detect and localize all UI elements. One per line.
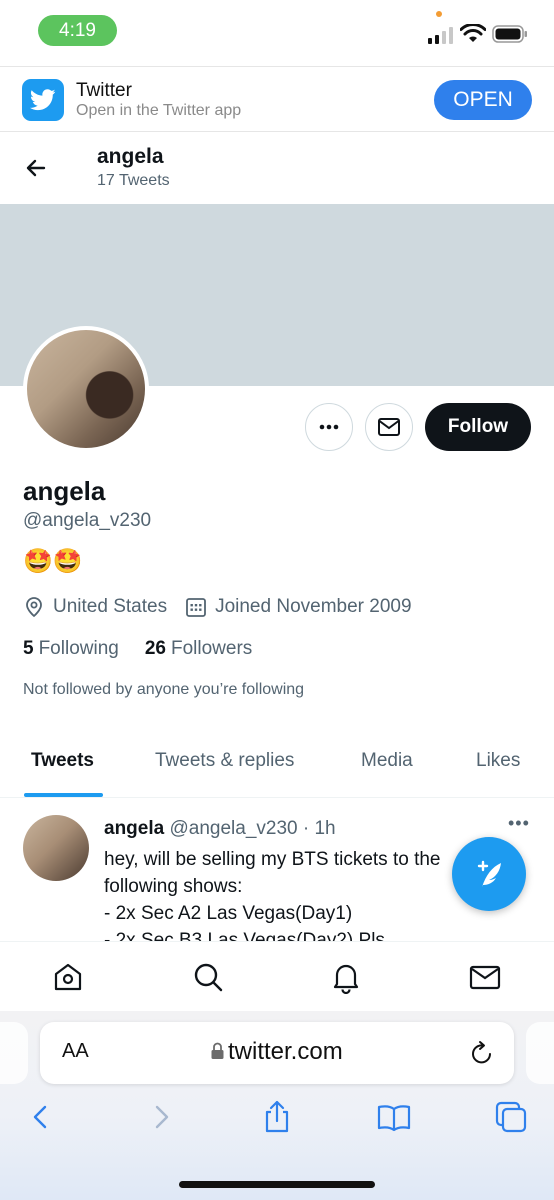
calendar-icon xyxy=(186,598,206,617)
active-tab-indicator xyxy=(24,793,103,797)
profile-meta: United States Joined November 2009 xyxy=(23,594,412,620)
bookmarks-icon[interactable] xyxy=(376,1099,412,1135)
mail-icon[interactable] xyxy=(468,960,502,994)
tweet-handle: @angela_v230 xyxy=(169,818,298,839)
status-time: 4:19 xyxy=(38,15,117,46)
tweet-text: hey, will be selling my BTS tickets to t… xyxy=(104,849,441,941)
status-bar: 4:19 xyxy=(0,0,554,66)
profile-handle: @angela_v230 xyxy=(23,510,152,531)
tab-tweets[interactable]: Tweets xyxy=(31,750,94,772)
location-text: United States xyxy=(53,596,168,617)
joined-date-text: Joined November 2009 xyxy=(215,596,412,617)
compose-tweet-button[interactable] xyxy=(452,837,526,911)
share-icon[interactable] xyxy=(259,1099,295,1135)
open-app-button[interactable]: OPEN xyxy=(434,80,532,120)
banner-subtitle: Open in the Twitter app xyxy=(76,102,242,119)
tweet-more-icon[interactable]: ••• xyxy=(508,813,530,834)
banner-app-name: Twitter xyxy=(76,80,132,101)
header-tweet-count: 17 Tweets xyxy=(97,172,170,189)
back-arrow-icon[interactable] xyxy=(22,154,50,182)
battery-icon xyxy=(492,25,527,43)
followers-stat[interactable]: 26 Followers xyxy=(145,638,252,660)
previous-tab-preview[interactable] xyxy=(0,1022,28,1084)
tabs-icon[interactable] xyxy=(493,1099,529,1135)
twitter-bird-icon xyxy=(29,89,56,111)
app-banner: Twitter Open in the Twitter app OPEN xyxy=(0,66,554,132)
more-options-button[interactable] xyxy=(305,403,353,451)
tab-likes[interactable]: Likes xyxy=(476,750,520,772)
reload-icon[interactable] xyxy=(468,1039,496,1067)
followers-label: Followers xyxy=(170,638,253,659)
next-tab-preview[interactable] xyxy=(526,1022,554,1084)
location-pin-icon xyxy=(26,597,42,618)
tweet-header: angela @angela_v230 · 1h xyxy=(104,818,336,840)
message-button[interactable] xyxy=(365,403,413,451)
address-bar[interactable]: AA twitter.com xyxy=(40,1022,514,1084)
mail-icon xyxy=(378,418,400,436)
tab-tweets-and-replies[interactable]: Tweets & replies xyxy=(155,750,294,772)
browser-forward-icon[interactable] xyxy=(143,1099,179,1135)
browser-toolbar: AA twitter.com xyxy=(0,1011,554,1200)
header-name: angela xyxy=(97,145,164,168)
follow-button[interactable]: Follow xyxy=(425,403,531,451)
search-icon[interactable] xyxy=(191,960,225,994)
wifi-icon xyxy=(460,24,486,42)
more-dots-icon xyxy=(319,424,339,430)
profile-name: angela xyxy=(23,476,106,506)
following-label: Following xyxy=(38,638,119,659)
home-icon[interactable] xyxy=(51,960,85,994)
tweet-time: · 1h xyxy=(297,818,336,839)
follow-stats: 5 Following 26 Followers xyxy=(23,638,252,660)
profile-tabs: Tweets Tweets & replies Media Likes xyxy=(0,728,554,798)
following-stat[interactable]: 5 Following xyxy=(23,638,119,660)
cellular-signal-icon xyxy=(428,27,453,44)
home-indicator xyxy=(179,1181,375,1188)
tweet-author[interactable]: angela xyxy=(104,818,164,839)
lock-icon xyxy=(211,1042,224,1059)
profile-bio: 🤩🤩 xyxy=(23,548,83,575)
bottom-navigation xyxy=(0,941,554,1011)
privacy-indicator-dot xyxy=(436,11,442,17)
tweet-avatar[interactable] xyxy=(23,815,89,881)
url-domain: twitter.com xyxy=(228,1038,343,1065)
profile-avatar[interactable] xyxy=(23,326,149,452)
bell-icon[interactable] xyxy=(329,960,363,994)
followers-count: 26 xyxy=(144,638,166,659)
compose-feather-icon xyxy=(477,860,501,887)
browser-back-icon[interactable] xyxy=(23,1099,59,1135)
twitter-app-icon xyxy=(22,79,64,121)
text-size-button[interactable]: AA xyxy=(62,1040,89,1063)
url-text[interactable]: twitter.com xyxy=(210,1038,343,1066)
tab-media[interactable]: Media xyxy=(361,750,413,772)
not-followed-note: Not followed by anyone you’re following xyxy=(23,681,305,698)
profile-header: angela 17 Tweets xyxy=(0,132,554,204)
following-count: 5 xyxy=(23,638,34,659)
